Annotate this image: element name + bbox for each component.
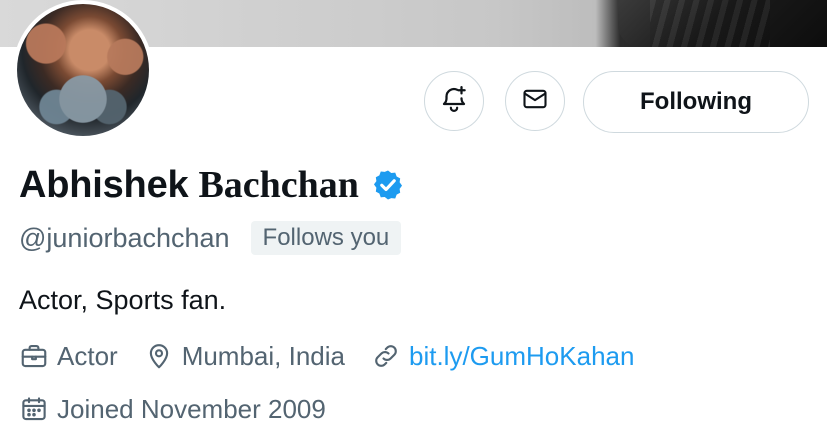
following-label: Following bbox=[640, 88, 752, 115]
follows-you-badge: Follows you bbox=[250, 221, 402, 255]
handle-row: @juniorbachchan Follows you bbox=[19, 218, 402, 258]
notifications-button[interactable] bbox=[424, 71, 484, 131]
joined-row: Joined November 2009 bbox=[19, 389, 326, 429]
bio: Actor, Sports fan. bbox=[19, 285, 227, 315]
profile-meta-row: Actor Mumbai, India bit.ly/GumHoKahan bbox=[19, 336, 634, 376]
user-handle: @juniorbachchan bbox=[19, 222, 230, 253]
display-name-last: Bachchan bbox=[198, 164, 359, 206]
avatar-image-detail bbox=[17, 4, 149, 136]
verified-badge-icon[interactable] bbox=[371, 168, 405, 202]
location-text: Mumbai, India bbox=[181, 340, 345, 371]
calendar-icon bbox=[19, 394, 49, 424]
briefcase-icon bbox=[19, 341, 49, 371]
profession-text: Actor bbox=[57, 340, 118, 371]
avatar[interactable] bbox=[13, 0, 153, 140]
banner-image-texture bbox=[650, 0, 770, 47]
avatar-image bbox=[17, 4, 149, 136]
location-item: Mumbai, India bbox=[144, 341, 345, 372]
following-button[interactable]: Following bbox=[583, 71, 809, 133]
message-button[interactable] bbox=[505, 71, 565, 131]
bell-plus-icon bbox=[439, 84, 469, 119]
envelope-icon bbox=[521, 85, 549, 118]
display-name: Abhishek Bachchan bbox=[19, 160, 405, 210]
display-name-first: Abhishek bbox=[19, 163, 189, 206]
joined-item: Joined November 2009 bbox=[19, 394, 326, 425]
link-icon bbox=[371, 341, 401, 371]
profession-item: Actor bbox=[19, 341, 118, 372]
website-link[interactable]: bit.ly/GumHoKahan bbox=[409, 341, 634, 372]
location-pin-icon bbox=[144, 341, 174, 371]
website-item[interactable]: bit.ly/GumHoKahan bbox=[371, 341, 634, 372]
joined-text: Joined November 2009 bbox=[57, 393, 326, 424]
